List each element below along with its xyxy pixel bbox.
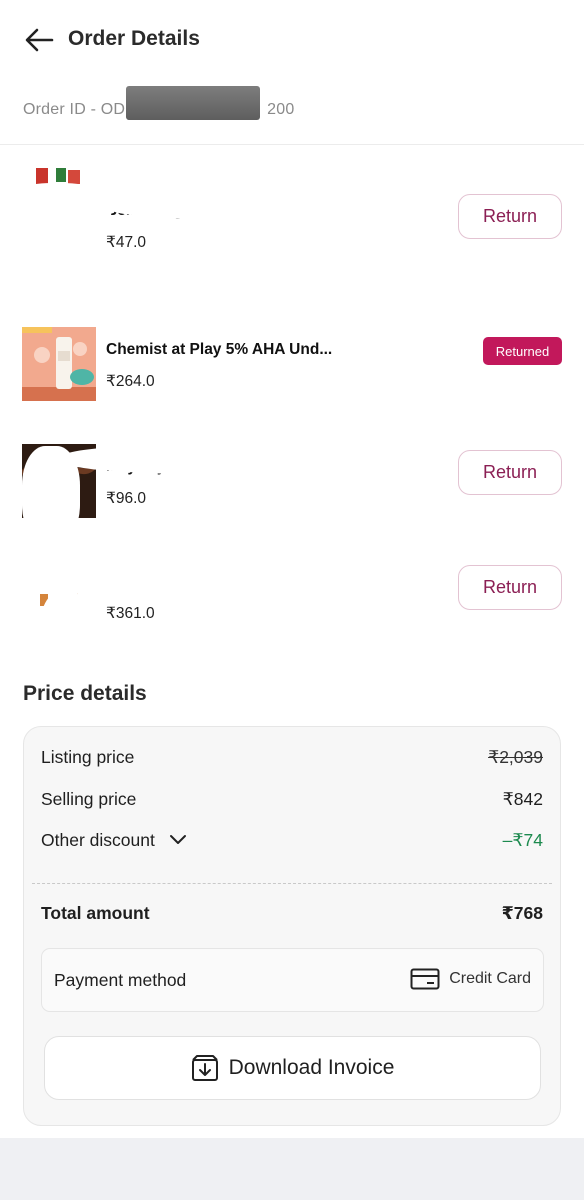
product-image — [22, 327, 96, 401]
payment-method-name: Credit Card — [449, 970, 531, 987]
total-amount-row: Total amount ₹768 — [41, 900, 543, 926]
returned-status-badge: Returned — [483, 337, 562, 365]
redaction-scribble — [2, 562, 342, 596]
return-button[interactable]: Return — [458, 450, 562, 495]
listing-price-label: Listing price — [41, 746, 135, 767]
payment-method-label: Payment method — [54, 970, 187, 990]
return-button[interactable]: Return — [458, 194, 562, 239]
selling-price-row: Selling price ₹842 — [41, 786, 543, 812]
order-id-suffix: 200 — [267, 101, 295, 118]
price-details-title: Price details — [23, 682, 147, 705]
total-amount-value: ₹768 — [501, 902, 543, 923]
total-amount-label: Total amount — [41, 902, 150, 923]
dashed-divider — [32, 883, 552, 884]
redaction-scribble — [30, 195, 90, 305]
order-item[interactable]: Mayfury Bourn… ₹96.0 Return — [0, 444, 584, 544]
redaction-scribble — [60, 444, 370, 474]
product-price: ₹47.0 — [106, 234, 147, 251]
arrow-left-icon — [25, 28, 54, 52]
other-discount-toggle[interactable]: Other discount — [41, 830, 187, 851]
redaction-bar — [126, 86, 260, 120]
download-invoice-button[interactable]: Download Invoice — [44, 1036, 541, 1100]
product-price: ₹361.0 — [106, 605, 155, 622]
redaction-scribble — [40, 590, 90, 670]
page-title: Order Details — [68, 27, 200, 50]
product-price: ₹264.0 — [106, 373, 155, 390]
redaction-scribble — [108, 195, 343, 219]
selling-price-value: ₹842 — [502, 788, 543, 809]
selling-price-label: Selling price — [41, 788, 137, 809]
other-discount-value: –₹74 — [502, 829, 543, 850]
product-price: ₹96.0 — [106, 490, 147, 507]
download-invoice-label: Download Invoice — [228, 1056, 395, 1079]
header: Order Details — [0, 0, 584, 80]
listing-price-value: ₹2,039 — [488, 746, 543, 767]
other-discount-row: Other discount –₹74 — [41, 827, 543, 853]
download-icon — [191, 1055, 218, 1081]
other-discount-label: Other discount — [41, 829, 155, 850]
product-name: Chemist at Play 5% AHA Und... — [106, 341, 333, 358]
order-details-page: Order Details Order ID - OD 200 Bell Ener… — [0, 0, 584, 1138]
price-details-card: Listing price ₹2,039 Selling price ₹842 … — [23, 726, 561, 1126]
back-button[interactable] — [22, 24, 56, 56]
return-button[interactable]: Return — [458, 565, 562, 610]
order-item[interactable]: Bell Energy … ₹47.0 Return — [0, 165, 584, 305]
listing-price-row: Listing price ₹2,039 — [41, 744, 543, 770]
divider — [0, 144, 584, 145]
payment-method-box: Payment method Credit Card — [41, 948, 544, 1012]
credit-card-icon — [410, 968, 440, 990]
order-item[interactable]: Chemist at Play 5% AHA Und... ₹264.0 Ret… — [0, 327, 584, 427]
payment-method-value: Credit Card — [410, 968, 531, 990]
order-id-prefix: Order ID - OD — [23, 101, 126, 118]
chevron-down-icon — [169, 835, 186, 844]
order-item[interactable]: … ₹361.0 Return — [0, 560, 584, 670]
